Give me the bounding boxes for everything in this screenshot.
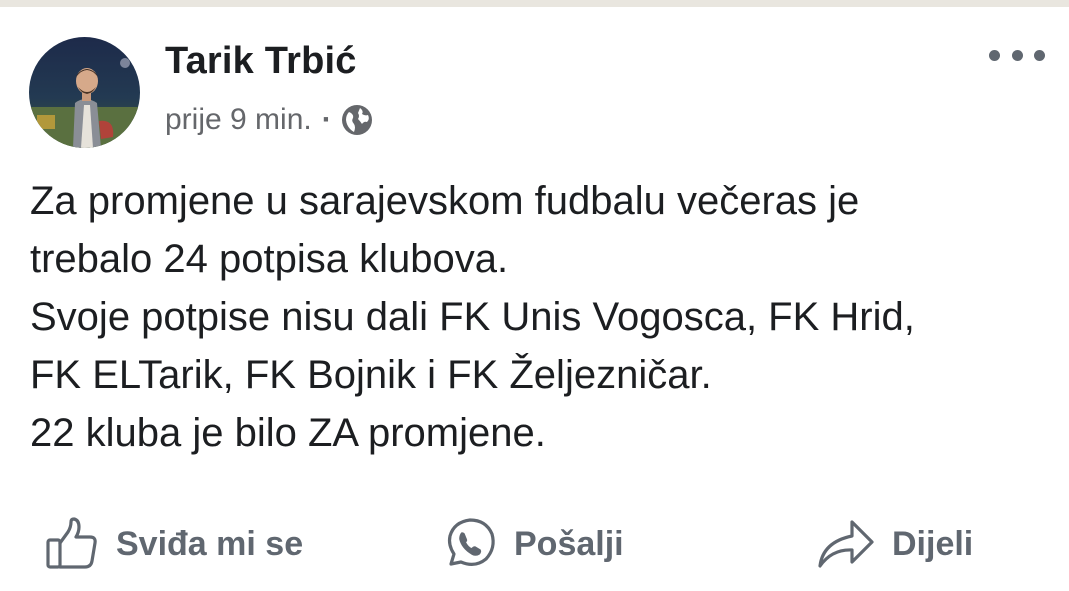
more-dot [1011,49,1023,61]
like-label: Sviđa mi se [116,524,304,563]
author-name[interactable]: Tarik Trbić [165,40,357,83]
globe-icon[interactable] [340,103,374,137]
share-label: Dijeli [892,524,974,563]
post-text-line: Svoje potpise nisu dali FK Unis Vogosca,… [30,295,915,339]
post-time[interactable]: prije 9 min. [165,103,312,137]
send-button[interactable]: Pošalji [442,508,624,580]
top-strip [0,0,1069,7]
action-bar: Sviđa mi se Pošalji Dijeli [0,508,1069,580]
share-arrow-icon [816,516,876,572]
more-dot [1034,49,1045,61]
post-text-line: Za promjene u sarajevskom fudbalu večera… [30,179,860,223]
share-button[interactable]: Dijeli [816,508,973,580]
post-text-line: FK ELTarik, FK Bojnik i FK Željezničar. [30,353,712,397]
meta-separator: · [321,103,332,136]
avatar[interactable] [29,37,140,148]
facebook-post: Tarik Trbić prije 9 min. · Za promjene u… [0,0,1069,591]
whatsapp-icon [442,516,498,572]
more-options-icon[interactable] [989,44,1045,66]
like-button[interactable]: Sviđa mi se [44,508,303,580]
send-label: Pošalji [514,524,624,563]
post-text: Za promjene u sarajevskom fudbalu večera… [30,172,1040,462]
post-meta: prije 9 min. · [165,100,374,140]
post-text-line: trebalo 24 potpisa klubova. [30,237,509,281]
more-dot [989,49,1000,61]
post-text-line: 22 kluba je bilo ZA promjene. [30,411,546,455]
thumbs-up-icon [44,516,100,572]
